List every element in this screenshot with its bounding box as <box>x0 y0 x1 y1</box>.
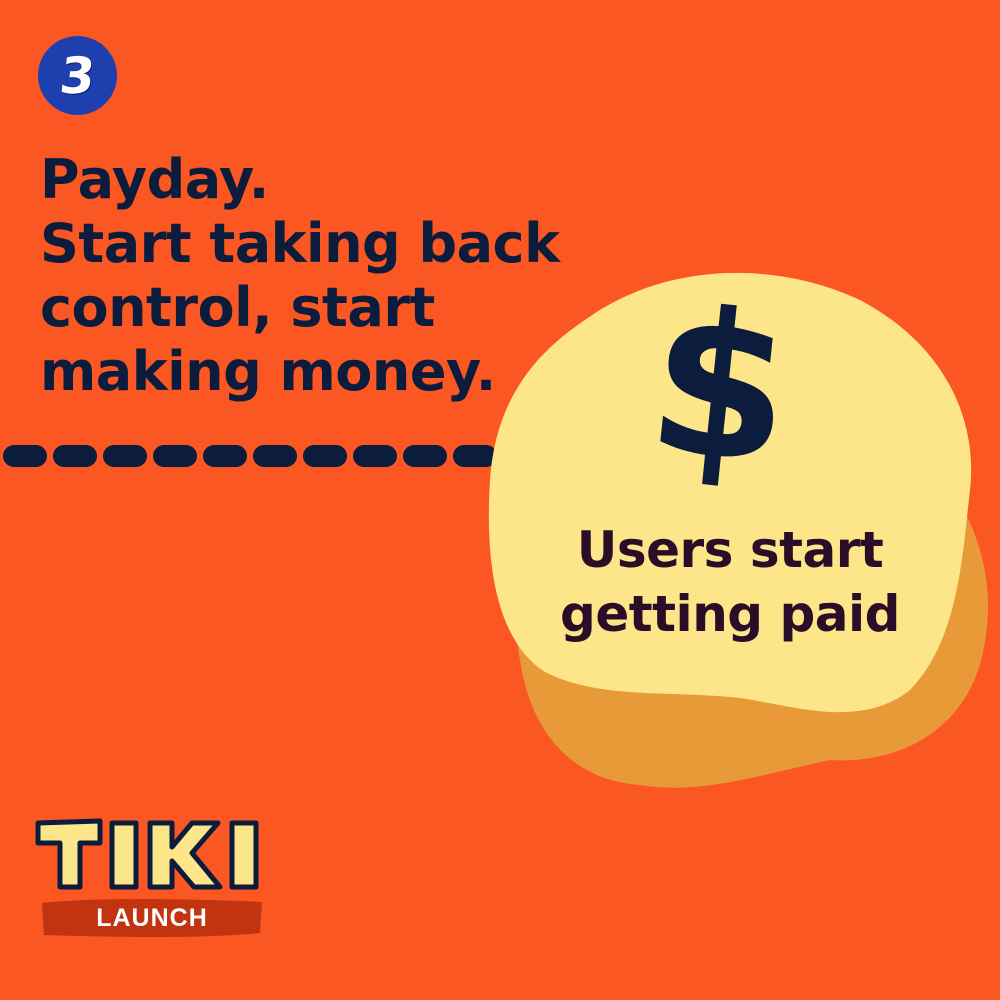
callout-line-2: getting paid <box>560 585 900 643</box>
tiki-wordmark <box>35 818 259 890</box>
callout-line-1: Users start <box>576 521 884 579</box>
logo-subtitle: LAUNCH <box>96 904 208 932</box>
dollar-icon: $ <box>638 264 802 511</box>
callout-text: Users start getting paid <box>530 518 930 646</box>
tiki-launch-logo: LAUNCH <box>34 815 274 945</box>
